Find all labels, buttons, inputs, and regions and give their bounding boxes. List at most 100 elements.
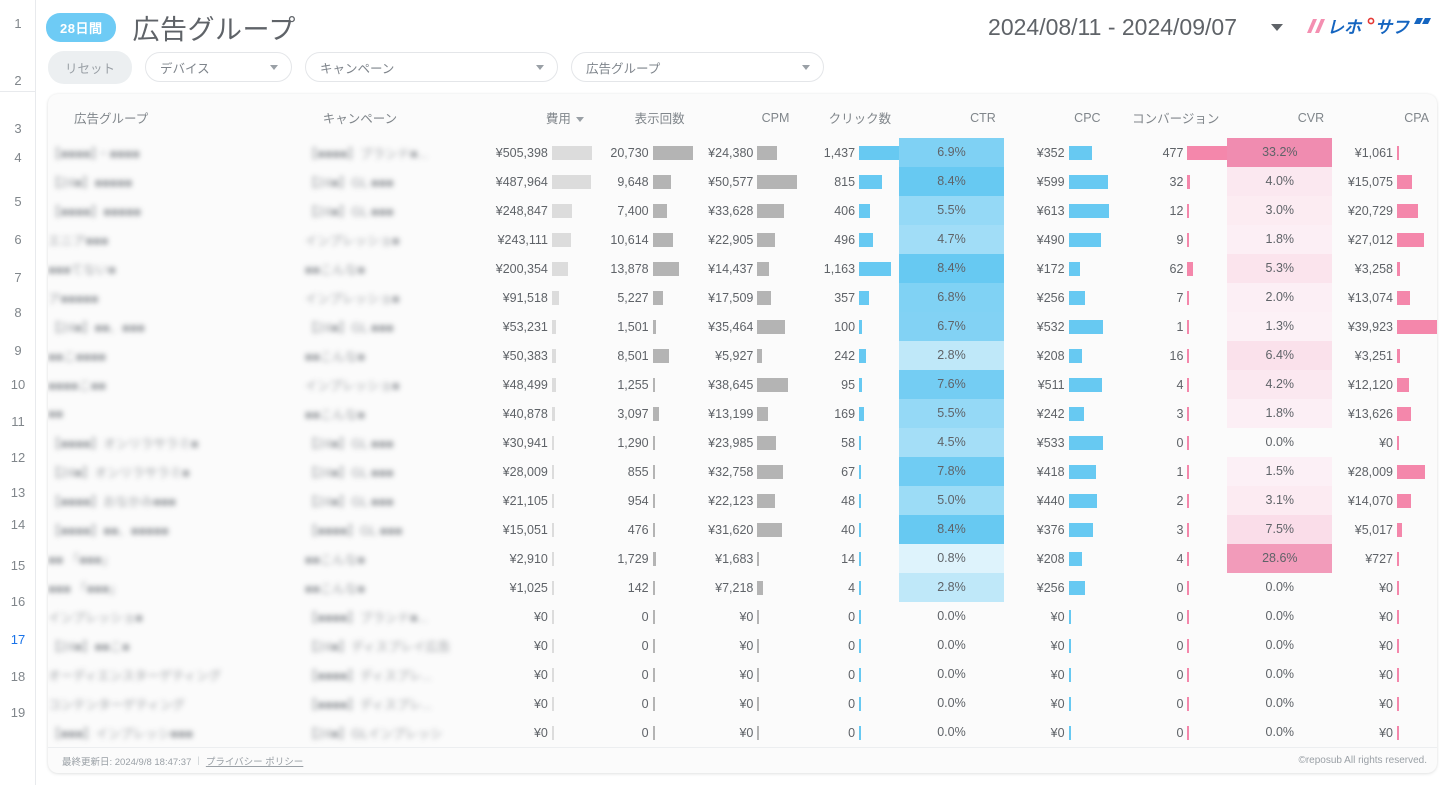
filter-dropdown-adgroup[interactable]: 広告グループ bbox=[571, 52, 824, 82]
gutter-row-2[interactable]: 2 bbox=[0, 70, 36, 92]
cell-value: 855 bbox=[628, 465, 649, 479]
cell-conversions: 0 bbox=[1109, 660, 1228, 689]
cell-value: ¥532 bbox=[1037, 320, 1065, 334]
table-row[interactable]: ■■■ 「■■■」■■こんな■¥1,025142¥7,21842.8%¥2560… bbox=[48, 573, 1437, 602]
column-header-cpm[interactable]: CPM bbox=[693, 94, 798, 138]
cell-cpm: ¥0 bbox=[693, 689, 798, 718]
table-row[interactable]: 【■■■■】オンリラサラミ■【24■】GL ■■■¥30,9411,290¥23… bbox=[48, 428, 1437, 457]
cell-impressions: 0 bbox=[592, 689, 693, 718]
table-row[interactable]: 【■■■■】■■、■■■■■【■■■■】GL ■■■¥15,051476¥31,… bbox=[48, 515, 1437, 544]
cell-cvr: 0.0% bbox=[1227, 573, 1332, 602]
inline-bar bbox=[1187, 262, 1192, 276]
table-row[interactable]: 【■■■■】おなかみ■■■【24■】GL ■■■¥21,105954¥22,12… bbox=[48, 486, 1437, 515]
table-row[interactable]: ■■■■こ■■インプレッショ■¥48,4991,255¥38,645957.6%… bbox=[48, 370, 1437, 399]
redacted-text: 【■■■】インプレッシ■■■ bbox=[48, 723, 193, 742]
inline-bar-track bbox=[1069, 233, 1109, 247]
inline-bar bbox=[552, 436, 554, 450]
table-row[interactable]: コンテンターゲティング【■■■■】ディスプレ...¥00¥000.0%¥000.… bbox=[48, 689, 1437, 718]
cell-cpc: ¥0 bbox=[1004, 602, 1109, 631]
column-header-cpc[interactable]: CPC bbox=[1004, 94, 1109, 138]
gutter-row-16[interactable]: 16 bbox=[0, 591, 36, 613]
gutter-row-12[interactable]: 12 bbox=[0, 447, 36, 469]
cell-campaign: ■■こんな■ bbox=[297, 399, 487, 428]
cell-impressions: 954 bbox=[592, 486, 693, 515]
gutter-row-15[interactable]: 15 bbox=[0, 555, 36, 577]
redacted-text: 【24■】GL ■■■ bbox=[305, 491, 394, 510]
column-header-campaign[interactable]: キャンペーン bbox=[297, 94, 487, 138]
inline-bar bbox=[1187, 146, 1227, 160]
gutter-row-8[interactable]: 8 bbox=[0, 302, 36, 324]
column-header-cvr[interactable]: CVR bbox=[1227, 94, 1332, 138]
inline-bar bbox=[552, 610, 554, 624]
redacted-text: インプレッショ■ bbox=[48, 607, 143, 626]
column-header-cost[interactable]: 費用 bbox=[487, 94, 592, 138]
table-row[interactable]: ■■■■こんな■¥40,8783,097¥13,1991695.5%¥24231… bbox=[48, 399, 1437, 428]
column-header-cpa[interactable]: CPA bbox=[1332, 94, 1437, 138]
gutter-row-label: 4 bbox=[14, 150, 21, 165]
cell-value: 4 bbox=[1176, 378, 1183, 392]
table-row[interactable]: ■■ 「■■■」■■こんな■¥2,9101,729¥1,683140.8%¥20… bbox=[48, 544, 1437, 573]
column-header-clicks[interactable]: クリック数 bbox=[797, 94, 899, 138]
cell-value: ¥0 bbox=[1379, 610, 1393, 624]
table-row[interactable]: 【24■】オンリラサラミ■【24■】GL ■■■¥28,009855¥32,75… bbox=[48, 457, 1437, 486]
cell-cvr: 7.5% bbox=[1227, 515, 1332, 544]
cell-value: 3 bbox=[1176, 523, 1183, 537]
cell-cpa: ¥3,251 bbox=[1332, 341, 1437, 370]
table-row[interactable]: ■■■てない■■■こんな■¥200,35413,878¥14,4371,1638… bbox=[48, 254, 1437, 283]
table-row[interactable]: 【24■】■■、■■■【24■】GL ■■■¥53,2311,501¥35,46… bbox=[48, 312, 1437, 341]
gutter-row-17[interactable]: 17 bbox=[0, 629, 36, 651]
gutter-row-label: 19 bbox=[11, 705, 25, 720]
cell-cpc: ¥0 bbox=[1004, 660, 1109, 689]
gutter-row-18[interactable]: 18 bbox=[0, 666, 36, 688]
date-range-value[interactable]: 2024/08/11 - 2024/09/07 bbox=[988, 14, 1237, 41]
filter-dropdown-device[interactable]: デバイス bbox=[145, 52, 292, 82]
heatmap-cell: 7.6% bbox=[899, 370, 1004, 399]
chevron-down-icon[interactable] bbox=[1271, 24, 1283, 31]
cell-clicks: 1,437 bbox=[797, 138, 899, 167]
cell-cpm: ¥33,628 bbox=[693, 196, 798, 225]
gutter-row-1[interactable]: 1 bbox=[0, 13, 36, 35]
inline-bar bbox=[859, 175, 882, 189]
gutter-row-14[interactable]: 14 bbox=[0, 514, 36, 536]
column-header-conversions[interactable]: コンバージョン bbox=[1109, 94, 1228, 138]
gutter-row-3[interactable]: 3 bbox=[0, 118, 36, 140]
column-header-ctr[interactable]: CTR bbox=[899, 94, 1004, 138]
table-row[interactable]: 【24■】■■■■■【24■】GL ■■■¥487,9649,648¥50,57… bbox=[48, 167, 1437, 196]
table-row[interactable]: ア■■■■■インプレッショ■¥91,5185,227¥17,5093576.8%… bbox=[48, 283, 1437, 312]
gutter-row-7[interactable]: 7 bbox=[0, 267, 36, 289]
inline-bar bbox=[1187, 465, 1189, 479]
table-row[interactable]: 【■■■■】■■■■■【24■】GL ■■■¥248,8477,400¥33,6… bbox=[48, 196, 1437, 225]
reset-button[interactable]: リセット bbox=[48, 51, 132, 84]
gutter-row-4[interactable]: 4 bbox=[0, 147, 36, 169]
inline-bar-track bbox=[552, 436, 592, 450]
cell-cpm: ¥32,758 bbox=[693, 457, 798, 486]
table-row[interactable]: 【24■】■■こ■【24■】ディスプレイ広告¥00¥000.0%¥000.0%¥… bbox=[48, 631, 1437, 660]
column-header-impressions[interactable]: 表示回数 bbox=[592, 94, 693, 138]
table-row[interactable]: エニア■■■インプレッショ■¥243,11110,614¥22,9054964.… bbox=[48, 225, 1437, 254]
gutter-row-9[interactable]: 9 bbox=[0, 340, 36, 362]
gutter-row-5[interactable]: 5 bbox=[0, 191, 36, 213]
gutter-row-11[interactable]: 11 bbox=[0, 411, 36, 433]
inline-bar-track bbox=[552, 581, 592, 595]
inline-bar-track bbox=[653, 233, 693, 247]
table-row[interactable]: 【■■■】インプレッシ■■■【24■】GLインプレッシ¥00¥000.0%¥00… bbox=[48, 718, 1437, 747]
cell-cpa: ¥0 bbox=[1332, 602, 1437, 631]
page-title: 広告グループ bbox=[132, 8, 295, 47]
redacted-text: インプレッショ■ bbox=[305, 230, 400, 249]
cell-campaign: 【24■】GL ■■■ bbox=[297, 196, 487, 225]
gutter-row-10[interactable]: 10 bbox=[0, 374, 36, 396]
cell-value: 954 bbox=[628, 494, 649, 508]
redacted-text: ■■こんな■ bbox=[305, 404, 365, 423]
column-header-adgroup[interactable]: 広告グループ bbox=[48, 94, 297, 138]
gutter-row-6[interactable]: 6 bbox=[0, 229, 36, 251]
filter-dropdown-campaign[interactable]: キャンペーン bbox=[305, 52, 558, 82]
gutter-row-19[interactable]: 19 bbox=[0, 702, 36, 724]
privacy-policy-link[interactable]: プライバシー ポリシー bbox=[206, 754, 303, 768]
cell-cpm: ¥24,380 bbox=[693, 138, 798, 167]
table-row[interactable]: 【■■■■】・■■■■【■■■■】ブランド■...¥505,39820,730¥… bbox=[48, 138, 1437, 167]
cell-cpa: ¥0 bbox=[1332, 660, 1437, 689]
table-row[interactable]: ■■こ■■■■■■こんな■¥50,3838,501¥5,9272422.8%¥2… bbox=[48, 341, 1437, 370]
table-row[interactable]: インプレッショ■【■■■■】ブランド■...¥00¥000.0%¥000.0%¥… bbox=[48, 602, 1437, 631]
gutter-row-13[interactable]: 13 bbox=[0, 482, 36, 504]
table-row[interactable]: オーディエンスターゲティング【■■■■】ディスプレ...¥00¥000.0%¥0… bbox=[48, 660, 1437, 689]
